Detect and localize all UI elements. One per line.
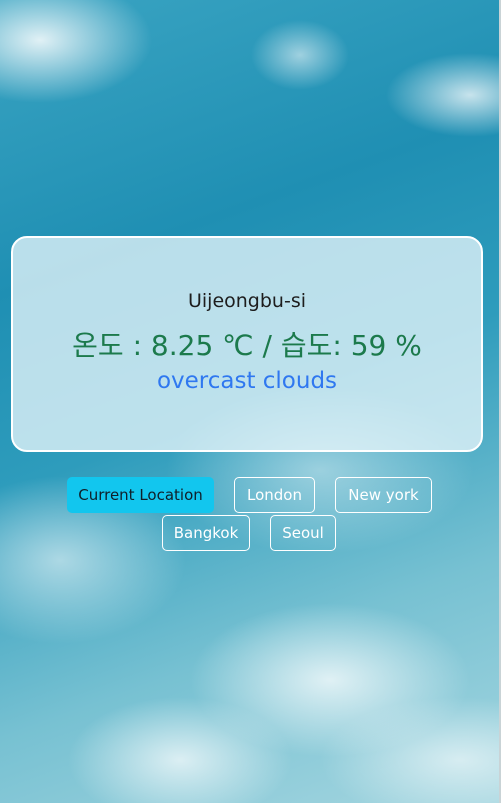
new-york-button[interactable]: New york bbox=[335, 477, 432, 513]
seoul-button[interactable]: Seoul bbox=[270, 515, 336, 551]
city-name: Uijeongbu-si bbox=[187, 290, 307, 312]
weather-card: Uijeongbu-si 온도 : 8.25 ℃ / 습도: 59 % over… bbox=[11, 236, 483, 452]
current-location-button[interactable]: Current Location bbox=[67, 477, 214, 513]
bangkok-button[interactable]: Bangkok bbox=[162, 515, 250, 551]
temperature-humidity: 온도 : 8.25 ℃ / 습도: 59 % bbox=[72, 329, 422, 362]
weather-description: overcast clouds bbox=[156, 368, 338, 394]
london-button[interactable]: London bbox=[234, 477, 315, 513]
